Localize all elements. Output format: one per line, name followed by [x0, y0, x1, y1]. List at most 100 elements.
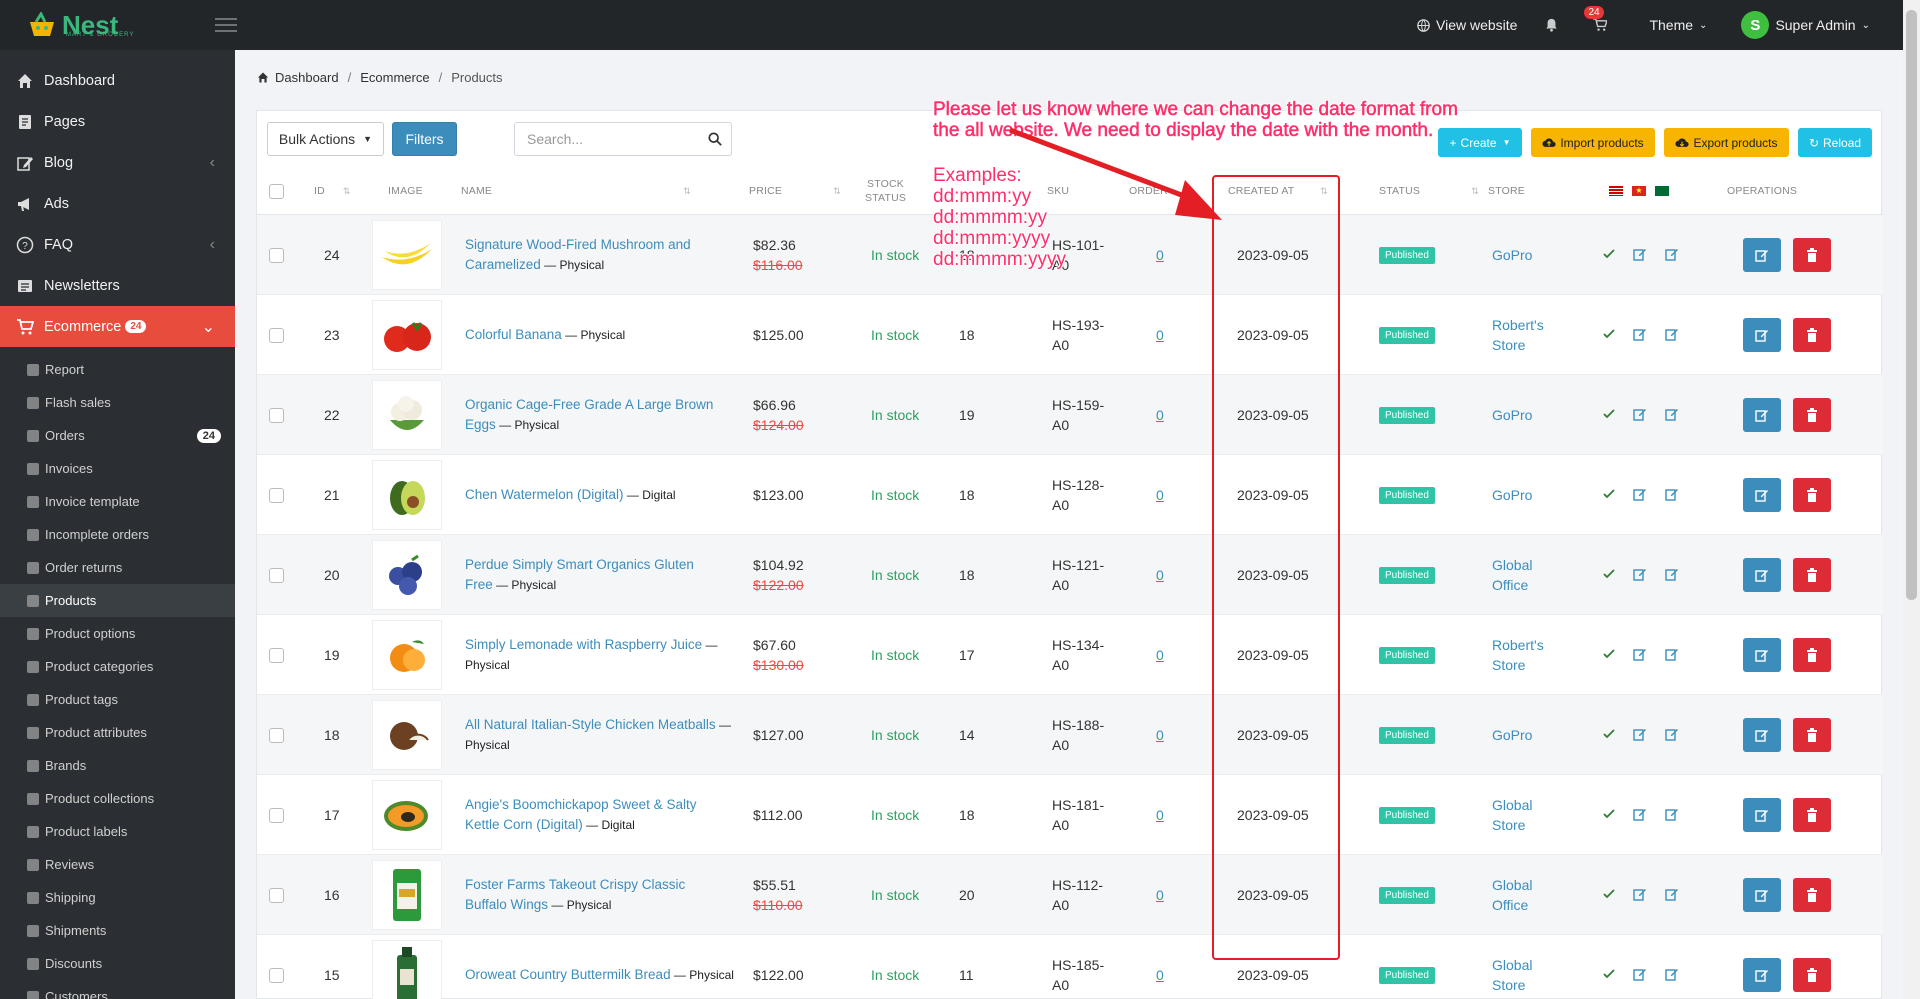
- store-link-cont[interactable]: Office: [1492, 575, 1532, 595]
- edit-translation-icon[interactable]: [1665, 247, 1679, 261]
- sidebar-item-invoice-template[interactable]: Invoice template: [0, 485, 235, 518]
- user-menu[interactable]: S Super Admin ⌄: [1741, 11, 1870, 39]
- edit-translation-icon[interactable]: [1633, 327, 1647, 341]
- product-name-link-cont[interactable]: Kettle Corn (Digital): [465, 817, 583, 832]
- store-link[interactable]: GoPro: [1492, 245, 1532, 265]
- export-products-button[interactable]: Export products: [1664, 128, 1789, 157]
- product-name-link[interactable]: Colorful Banana: [465, 327, 562, 342]
- check-icon[interactable]: [1602, 647, 1616, 661]
- edit-button[interactable]: [1743, 398, 1781, 432]
- edit-button[interactable]: [1743, 558, 1781, 592]
- row-checkbox[interactable]: [269, 487, 284, 503]
- sidebar-item-product-labels[interactable]: Product labels: [0, 815, 235, 848]
- row-checkbox[interactable]: [269, 647, 284, 663]
- edit-button[interactable]: [1743, 318, 1781, 352]
- check-icon[interactable]: [1602, 567, 1616, 581]
- store-link[interactable]: GoPro: [1492, 485, 1532, 505]
- delete-button[interactable]: [1793, 558, 1831, 592]
- delete-button[interactable]: [1793, 478, 1831, 512]
- delete-button[interactable]: [1793, 878, 1831, 912]
- sidebar-item-products[interactable]: Products: [0, 584, 235, 617]
- sidebar-item-brands[interactable]: Brands: [0, 749, 235, 782]
- product-thumbnail[interactable]: [372, 620, 442, 690]
- edit-translation-icon[interactable]: [1633, 567, 1647, 581]
- sidebar-item-product-collections[interactable]: Product collections: [0, 782, 235, 815]
- edit-button[interactable]: [1743, 238, 1781, 272]
- brand-logo[interactable]: Nest MART & GROCERY: [0, 0, 235, 50]
- edit-translation-icon[interactable]: [1633, 727, 1647, 741]
- sidebar-item-product-tags[interactable]: Product tags: [0, 683, 235, 716]
- sidebar-item-newsletters[interactable]: Newsletters: [0, 265, 235, 306]
- product-name-link[interactable]: Oroweat Country Buttermilk Bread: [465, 967, 671, 982]
- order-count-link[interactable]: 0: [1156, 727, 1164, 743]
- sidebar-item-flash-sales[interactable]: Flash sales: [0, 386, 235, 419]
- store-link-cont[interactable]: Store: [1492, 975, 1532, 995]
- row-checkbox[interactable]: [269, 327, 284, 343]
- search-input[interactable]: Search...: [514, 122, 732, 156]
- edit-translation-icon[interactable]: [1633, 967, 1647, 981]
- row-checkbox[interactable]: [269, 727, 284, 743]
- sidebar-item-ads[interactable]: Ads: [0, 183, 235, 224]
- delete-button[interactable]: [1793, 718, 1831, 752]
- order-count-link[interactable]: 0: [1156, 967, 1164, 983]
- delete-button[interactable]: [1793, 958, 1831, 992]
- order-count-link[interactable]: 0: [1156, 487, 1164, 503]
- order-count-link[interactable]: 0: [1156, 807, 1164, 823]
- product-thumbnail[interactable]: [372, 380, 442, 450]
- edit-button[interactable]: [1743, 958, 1781, 992]
- edit-translation-icon[interactable]: [1633, 887, 1647, 901]
- col-store[interactable]: STORE: [1488, 167, 1525, 215]
- row-checkbox[interactable]: [269, 807, 284, 823]
- product-thumbnail[interactable]: [372, 460, 442, 530]
- edit-translation-icon[interactable]: [1633, 407, 1647, 421]
- col-price[interactable]: PRICE ⇅: [749, 167, 849, 215]
- product-name-link[interactable]: Perdue Simply Smart Organics Gluten: [465, 557, 694, 572]
- edit-button[interactable]: [1743, 718, 1781, 752]
- sidebar-item-orders[interactable]: Orders 24: [0, 419, 235, 452]
- edit-translation-icon[interactable]: [1633, 647, 1647, 661]
- row-checkbox[interactable]: [269, 247, 284, 263]
- edit-translation-icon[interactable]: [1665, 647, 1679, 661]
- page-scrollbar[interactable]: [1903, 0, 1920, 999]
- check-icon[interactable]: [1602, 887, 1616, 901]
- order-count-link[interactable]: 0: [1156, 327, 1164, 343]
- check-icon[interactable]: [1602, 327, 1616, 341]
- check-icon[interactable]: [1602, 407, 1616, 421]
- product-name-link[interactable]: Organic Cage-Free Grade A Large Brown: [465, 397, 713, 412]
- sidebar-item-product-attributes[interactable]: Product attributes: [0, 716, 235, 749]
- product-name-link-cont[interactable]: Eggs: [465, 417, 496, 432]
- sidebar-item-blog[interactable]: Blog ‹: [0, 142, 235, 183]
- order-count-link[interactable]: 0: [1156, 407, 1164, 423]
- product-thumbnail[interactable]: [372, 300, 442, 370]
- edit-button[interactable]: [1743, 798, 1781, 832]
- sidebar-item-product-options[interactable]: Product options: [0, 617, 235, 650]
- row-checkbox[interactable]: [269, 887, 284, 903]
- col-name[interactable]: NAME ⇅: [461, 167, 691, 215]
- sidebar-item-customers[interactable]: Customers: [0, 980, 235, 999]
- product-thumbnail[interactable]: [372, 940, 442, 999]
- sidebar-item-product-categories[interactable]: Product categories: [0, 650, 235, 683]
- store-link-cont[interactable]: Store: [1492, 815, 1532, 835]
- sidebar-item-reviews[interactable]: Reviews: [0, 848, 235, 881]
- product-name-link-cont[interactable]: Free: [465, 577, 493, 592]
- check-icon[interactable]: [1602, 807, 1616, 821]
- product-thumbnail[interactable]: [372, 700, 442, 770]
- product-name-link-cont[interactable]: Caramelized: [465, 257, 541, 272]
- col-id[interactable]: ID ⇅: [314, 167, 351, 215]
- product-thumbnail[interactable]: [372, 780, 442, 850]
- sidebar-item-faq[interactable]: ? FAQ ‹: [0, 224, 235, 265]
- sidebar-item-shipping[interactable]: Shipping: [0, 881, 235, 914]
- edit-translation-icon[interactable]: [1665, 487, 1679, 501]
- edit-translation-icon[interactable]: [1665, 327, 1679, 341]
- check-icon[interactable]: [1602, 967, 1616, 981]
- check-icon[interactable]: [1602, 487, 1616, 501]
- store-link[interactable]: GoPro: [1492, 725, 1532, 745]
- breadcrumb-ecommerce[interactable]: Ecommerce: [360, 70, 429, 85]
- store-link[interactable]: Global: [1492, 795, 1532, 815]
- product-thumbnail[interactable]: [372, 220, 442, 290]
- product-name-link[interactable]: Foster Farms Takeout Crispy Classic: [465, 877, 685, 892]
- check-icon[interactable]: [1602, 727, 1616, 741]
- store-link[interactable]: Robert's: [1492, 315, 1544, 335]
- store-link-cont[interactable]: Store: [1492, 655, 1544, 675]
- sidebar-item-dashboard[interactable]: Dashboard: [0, 60, 235, 101]
